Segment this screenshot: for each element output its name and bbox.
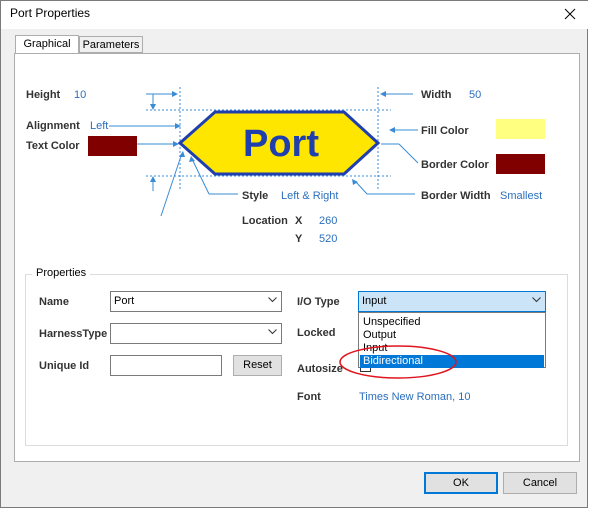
cancel-button[interactable]: Cancel (503, 472, 577, 494)
port-properties-dialog: Port Properties Graphical Parameters Por… (0, 0, 588, 508)
ok-button[interactable]: OK (424, 472, 498, 494)
highlight-ellipse (339, 345, 457, 379)
